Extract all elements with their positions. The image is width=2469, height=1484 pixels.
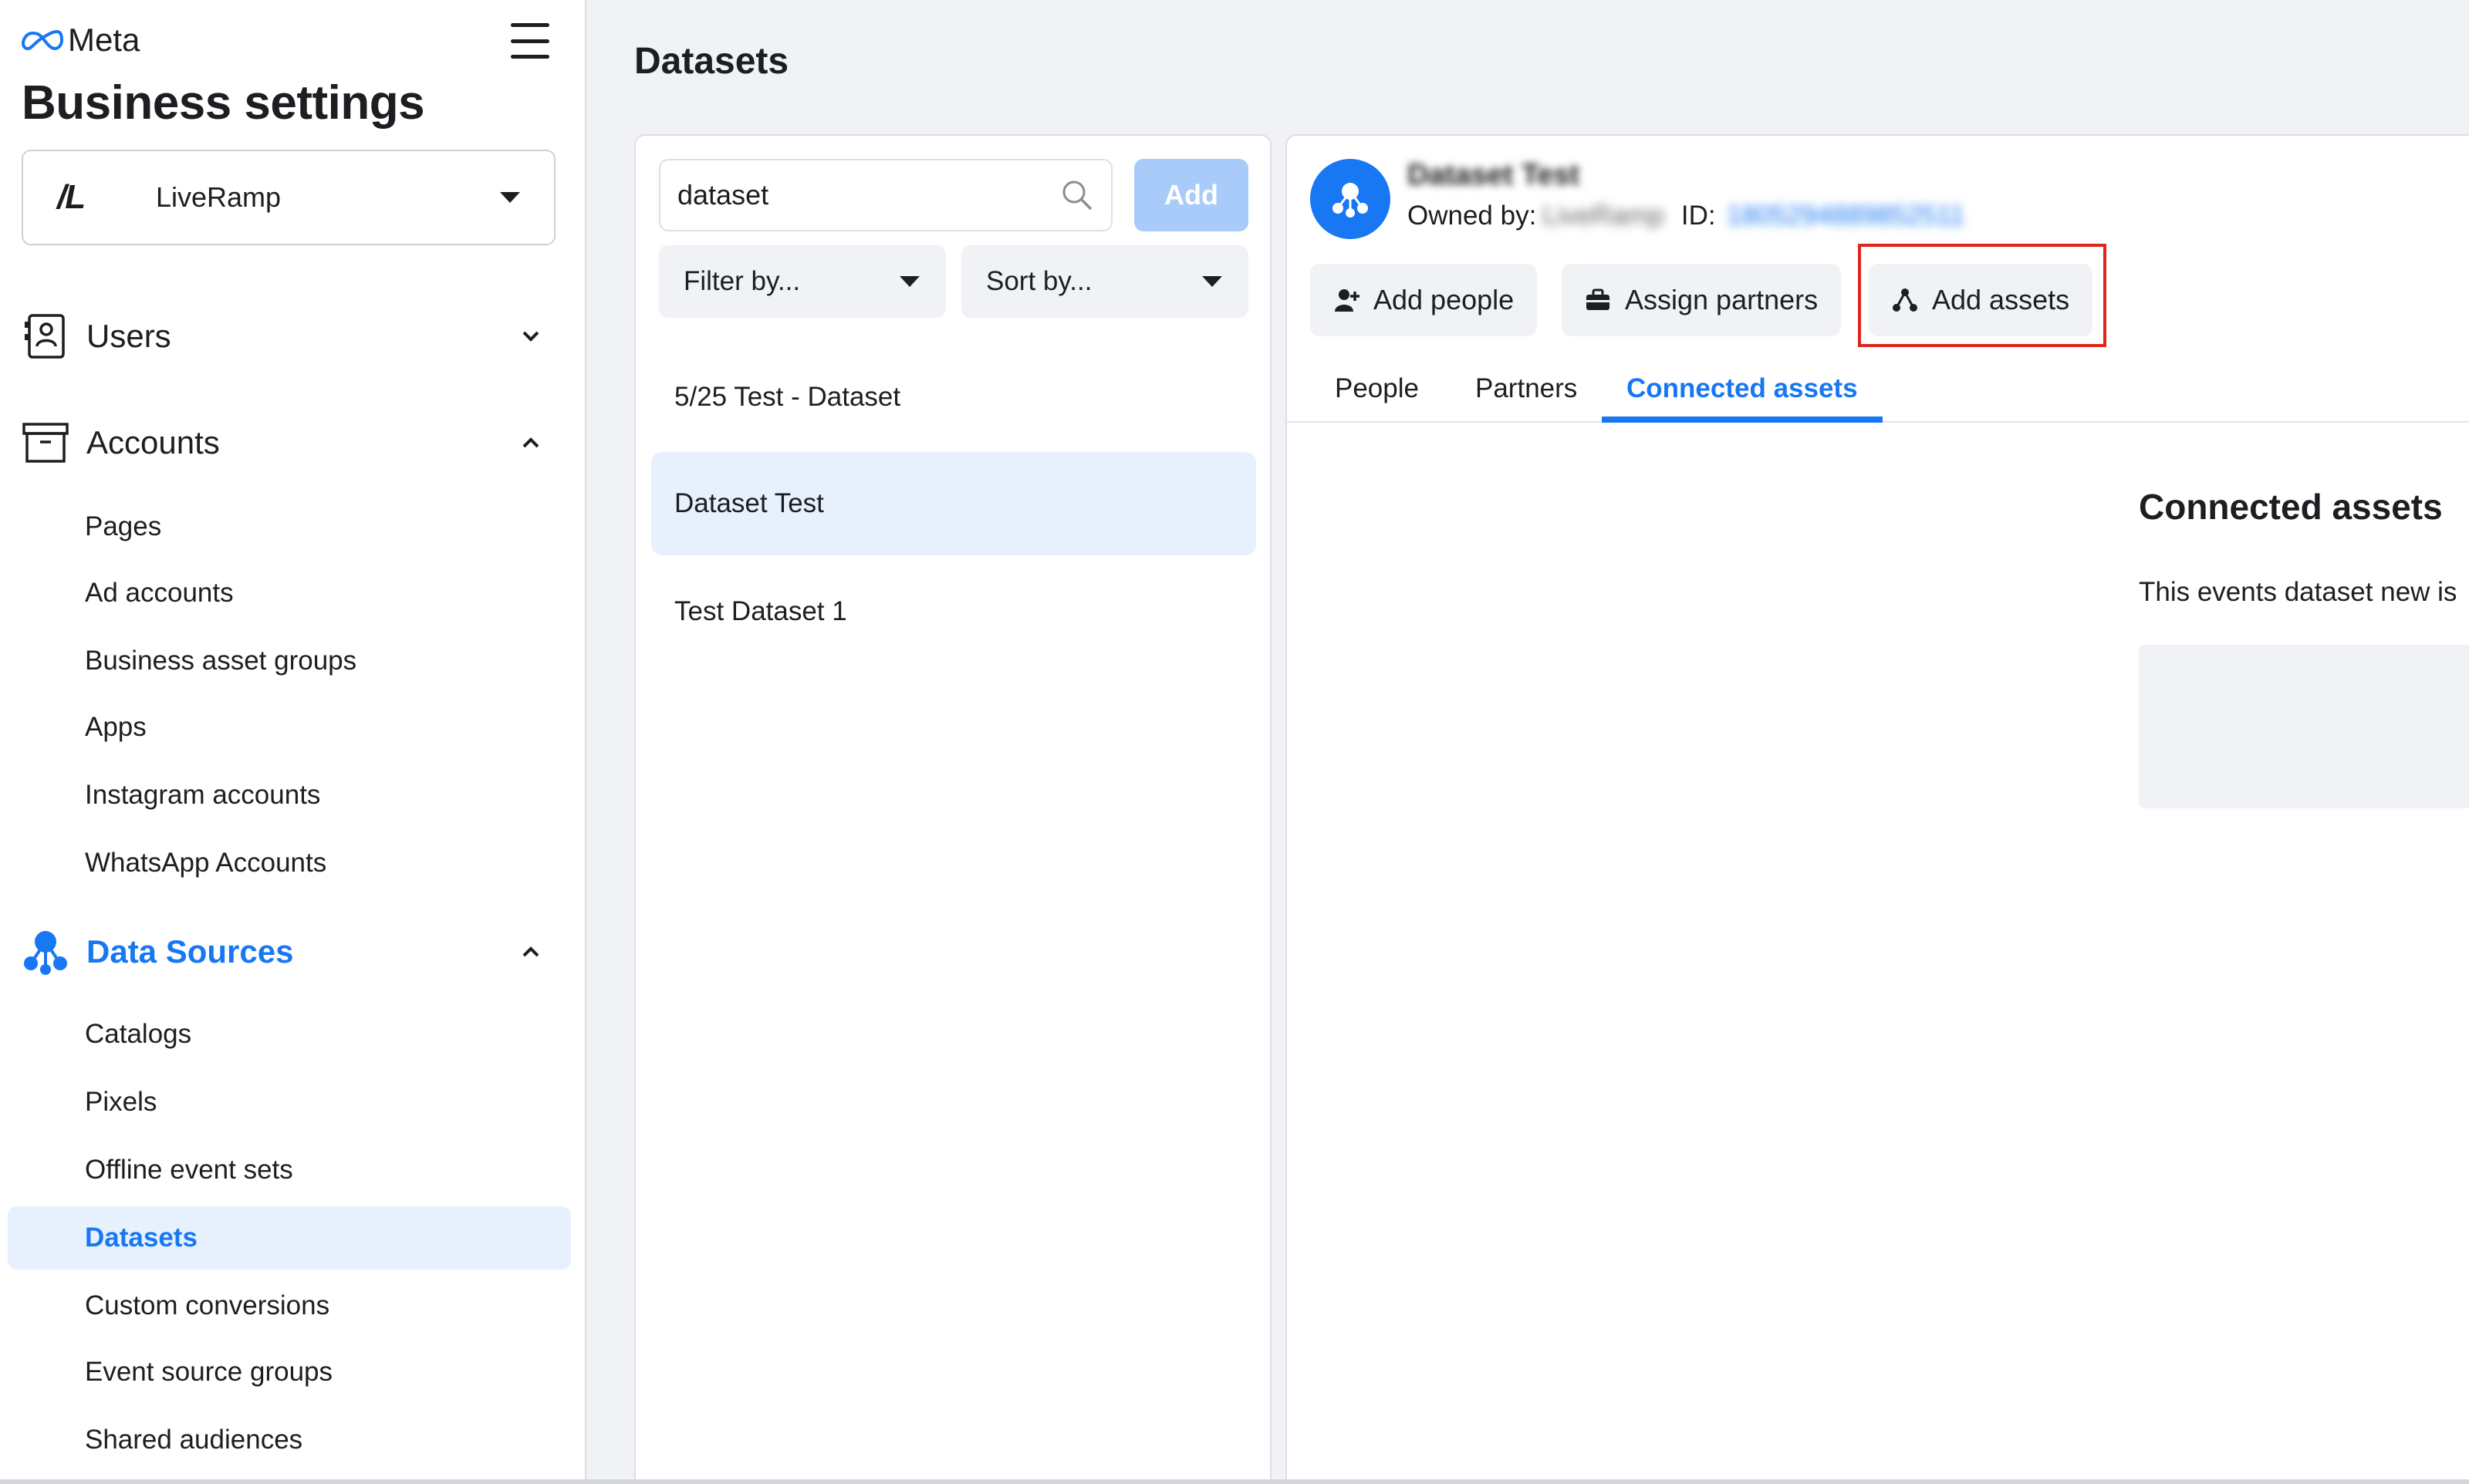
caret-down-icon — [500, 192, 520, 203]
meta-infinity-icon — [22, 29, 63, 51]
dataset-id[interactable]: 1805294889852511 — [1727, 201, 1965, 231]
chevron-down-icon — [522, 331, 539, 342]
connected-assets-placeholder — [2139, 645, 2469, 808]
chevron-up-icon — [522, 946, 539, 957]
tab-people[interactable]: People — [1310, 355, 1444, 423]
search-input[interactable] — [677, 179, 1060, 211]
id-label: ID: — [1680, 201, 1716, 231]
filter-label: Filter by... — [684, 266, 801, 296]
connected-assets-description: This events dataset new is — [2139, 577, 2457, 607]
dataset-list-item[interactable]: Dataset Test — [651, 452, 1256, 555]
dataset-list-panel: Add Filter by... Sort by... 5/25 Test - … — [634, 134, 1272, 1484]
dataset-list-item[interactable]: Test Dataset 1 — [651, 560, 1256, 663]
sidebar-item-ad-accounts[interactable]: Ad accounts — [8, 562, 571, 625]
detail-header: Dataset Test Owned by: LiveRamp ID: 1805… — [1287, 136, 2469, 423]
sidebar-item-instagram-accounts[interactable]: Instagram accounts — [8, 764, 571, 827]
business-name: LiveRamp — [156, 181, 282, 213]
add-people-button[interactable]: Add people — [1310, 264, 1538, 336]
sidebar-item-custom-conversions[interactable]: Custom conversions — [8, 1274, 571, 1337]
sidebar-section-data-sources[interactable]: Data Sources — [22, 921, 554, 983]
filter-dropdown[interactable]: Filter by... — [659, 245, 946, 318]
sort-dropdown[interactable]: Sort by... — [961, 245, 1248, 318]
sidebar: Meta Business settings /L LiveRamp Users — [0, 0, 586, 1484]
sidebar-item-whatsapp-accounts[interactable]: WhatsApp Accounts — [8, 831, 571, 895]
meta-logo[interactable]: Meta — [22, 22, 140, 59]
sidebar-section-label: Data Sources — [86, 933, 294, 970]
action-label: Add people — [1373, 284, 1515, 315]
caret-down-icon — [1202, 276, 1222, 287]
meta-wordmark: Meta — [68, 22, 140, 58]
tab-partners[interactable]: Partners — [1451, 355, 1602, 423]
caret-down-icon — [900, 276, 920, 287]
app-title: Business settings — [22, 76, 425, 130]
add-person-icon — [1335, 289, 1359, 312]
users-icon — [22, 312, 69, 360]
sidebar-item-pages[interactable]: Pages — [8, 495, 571, 558]
sidebar-section-label: Users — [86, 318, 171, 354]
sidebar-item-pixels[interactable]: Pixels — [8, 1071, 571, 1134]
menu-icon[interactable] — [511, 23, 549, 59]
connected-assets-title: Connected assets — [2139, 487, 2443, 527]
dataset-name: Dataset Test — [1407, 159, 1580, 191]
owner-line: Owned by: LiveRamp ID: 1805294889852511 — [1407, 201, 1964, 231]
chevron-up-icon — [522, 437, 539, 448]
assign-partners-button[interactable]: Assign partners — [1562, 264, 1842, 336]
business-logo: /L — [57, 178, 86, 216]
sidebar-item-datasets[interactable]: Datasets — [8, 1206, 571, 1270]
action-label: Assign partners — [1625, 284, 1819, 315]
sidebar-item-catalogs[interactable]: Catalogs — [8, 1003, 571, 1066]
briefcase-icon — [1586, 288, 1609, 310]
sidebar-item-apps[interactable]: Apps — [8, 696, 571, 759]
add-button[interactable]: Add — [1134, 159, 1248, 231]
accounts-icon — [22, 419, 69, 467]
sidebar-item-offline-event-sets[interactable]: Offline event sets — [8, 1138, 571, 1202]
sidebar-section-users[interactable]: Users — [22, 305, 554, 367]
tab-connected-assets[interactable]: Connected assets — [1602, 355, 1883, 423]
page-title: Datasets — [634, 41, 789, 82]
sidebar-section-label: Accounts — [86, 424, 220, 460]
sidebar-item-event-source-groups[interactable]: Event source groups — [8, 1341, 571, 1404]
dataset-icon — [1332, 183, 1368, 218]
business-selector[interactable]: /L LiveRamp — [22, 150, 556, 245]
dataset-detail-panel: Dataset Test Owned by: LiveRamp ID: 1805… — [1285, 134, 2469, 1484]
dataset-avatar — [1310, 159, 1390, 239]
highlight-annotation — [1858, 244, 2106, 347]
owned-by-label: Owned by: — [1407, 201, 1537, 231]
owner-value: LiveRamp — [1542, 201, 1664, 231]
sidebar-item-business-asset-groups[interactable]: Business asset groups — [8, 629, 571, 693]
bottom-divider — [0, 1479, 2469, 1484]
search-icon[interactable] — [1060, 178, 1094, 212]
sort-label: Sort by... — [986, 266, 1093, 296]
sidebar-item-shared-audiences[interactable]: Shared audiences — [8, 1408, 571, 1472]
dataset-list-item[interactable]: 5/25 Test - Dataset — [651, 346, 1256, 449]
sidebar-section-accounts[interactable]: Accounts — [22, 412, 554, 474]
search-field[interactable] — [659, 159, 1113, 231]
data-sources-icon — [22, 928, 69, 976]
